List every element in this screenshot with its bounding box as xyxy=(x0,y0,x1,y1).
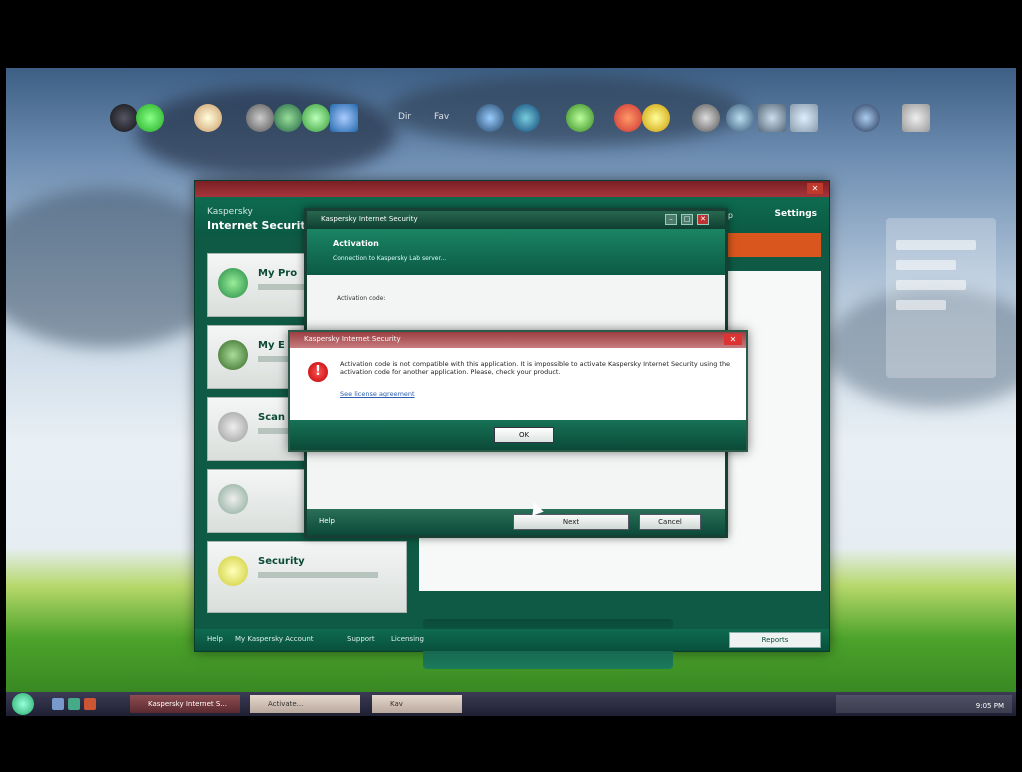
start-button[interactable] xyxy=(12,693,34,715)
shield-icon xyxy=(218,268,248,298)
dialog-footer: Help Next Cancel xyxy=(307,509,725,535)
ok-button[interactable]: OK xyxy=(494,427,554,443)
bulb-icon xyxy=(218,556,248,586)
dock-app-icon[interactable] xyxy=(302,104,330,132)
desktop-screen: Dir Fav ✕ Kaspersky Internet Security He… xyxy=(6,68,1016,716)
dock-app-icon[interactable] xyxy=(330,104,358,132)
clock: 9:05 PM xyxy=(975,702,1004,710)
close-icon[interactable]: ✕ xyxy=(807,183,823,194)
tile-security[interactable]: Security xyxy=(207,541,407,613)
dock-app-icon[interactable] xyxy=(726,104,754,132)
taskbar-item[interactable]: Kav xyxy=(372,695,462,713)
dock-app-icon[interactable] xyxy=(692,104,720,132)
dock-app-icon[interactable] xyxy=(790,104,818,132)
error-icon: ! xyxy=(308,362,328,382)
brand-product: Internet Security xyxy=(207,219,313,232)
system-tray: 9:05 PM xyxy=(836,695,1012,713)
taskbar: Kaspersky Internet S... Activate... Kav … xyxy=(6,692,1016,716)
dialog-title: Kaspersky Internet Security xyxy=(321,215,418,223)
tile-label: My Pro xyxy=(258,268,298,279)
error-titlebar[interactable]: Kaspersky Internet Security ✕ xyxy=(290,332,746,348)
magnifier-icon xyxy=(218,412,248,442)
dialog-header-title: Activation xyxy=(333,239,379,248)
next-button[interactable]: Next xyxy=(513,514,629,530)
help-link[interactable]: Help xyxy=(319,517,335,525)
dock-app-icon[interactable] xyxy=(194,104,222,132)
taskbar-item[interactable]: Activate... xyxy=(250,695,360,713)
dialog-titlebar[interactable]: Kaspersky Internet Security – □ ✕ xyxy=(307,211,725,229)
footer-link[interactable]: My Kaspersky Account xyxy=(235,635,314,643)
dialog-header xyxy=(307,229,725,275)
dialog-header-subtitle: Connection to Kaspersky Lab server... xyxy=(333,255,447,262)
desktop-widget xyxy=(886,218,996,378)
tile-status xyxy=(258,572,378,578)
minimize-icon[interactable]: – xyxy=(665,214,677,225)
quicklaunch-icon[interactable] xyxy=(52,698,64,710)
dock-label: Fav xyxy=(434,112,450,122)
dock-app-icon[interactable] xyxy=(512,104,540,132)
tools-icon xyxy=(218,484,248,514)
close-icon[interactable]: ✕ xyxy=(724,334,742,345)
settings-link[interactable]: Settings xyxy=(775,209,817,219)
dock-app-icon[interactable] xyxy=(246,104,274,132)
dock-app-icon[interactable] xyxy=(274,104,302,132)
video-letterbox-top xyxy=(0,0,1022,68)
license-link[interactable]: See license agreement xyxy=(340,390,415,398)
footer-link[interactable]: Help xyxy=(207,635,223,643)
maximize-icon[interactable]: □ xyxy=(681,214,693,225)
cancel-button[interactable]: Cancel xyxy=(639,514,701,530)
dock-label: Dir xyxy=(398,112,412,122)
close-icon[interactable]: ✕ xyxy=(697,214,709,225)
video-letterbox-bottom xyxy=(0,716,1022,772)
tile-label: Security xyxy=(258,556,305,567)
folder-icon[interactable] xyxy=(642,104,670,132)
dock-app-icon[interactable] xyxy=(110,104,138,132)
error-footer: OK xyxy=(290,420,746,450)
desktop-dock xyxy=(6,104,1016,140)
footer-link[interactable]: Support xyxy=(347,635,375,643)
window-titlebar[interactable] xyxy=(195,181,829,197)
browser-icon[interactable] xyxy=(476,104,504,132)
status-tab[interactable] xyxy=(721,233,821,257)
reports-button[interactable]: Reports xyxy=(729,632,821,648)
dock-app-icon[interactable] xyxy=(852,104,880,132)
error-dialog: Kaspersky Internet Security ✕ ! Activati… xyxy=(288,330,748,452)
dock-app-icon[interactable] xyxy=(566,104,594,132)
window-footer: Help My Kaspersky Account Support Licens… xyxy=(195,629,829,651)
trash-icon[interactable] xyxy=(902,104,930,132)
taskbar-item[interactable]: Kaspersky Internet S... xyxy=(130,695,240,713)
footer-link[interactable]: Licensing xyxy=(391,635,424,643)
firefox-icon[interactable] xyxy=(614,104,642,132)
quicklaunch-icon[interactable] xyxy=(84,698,96,710)
dock-app-icon[interactable] xyxy=(136,104,164,132)
tile-label: Scan xyxy=(258,412,285,423)
activation-code-label: Activation code: xyxy=(337,295,386,302)
dock-app-icon[interactable] xyxy=(758,104,786,132)
brand-vendor: Kaspersky xyxy=(207,207,253,217)
quicklaunch-icon[interactable] xyxy=(68,698,80,710)
computer-icon xyxy=(218,340,248,370)
tile-label: My E xyxy=(258,340,285,351)
error-message: Activation code is not compatible with t… xyxy=(340,360,731,376)
error-title: Kaspersky Internet Security xyxy=(304,335,401,343)
